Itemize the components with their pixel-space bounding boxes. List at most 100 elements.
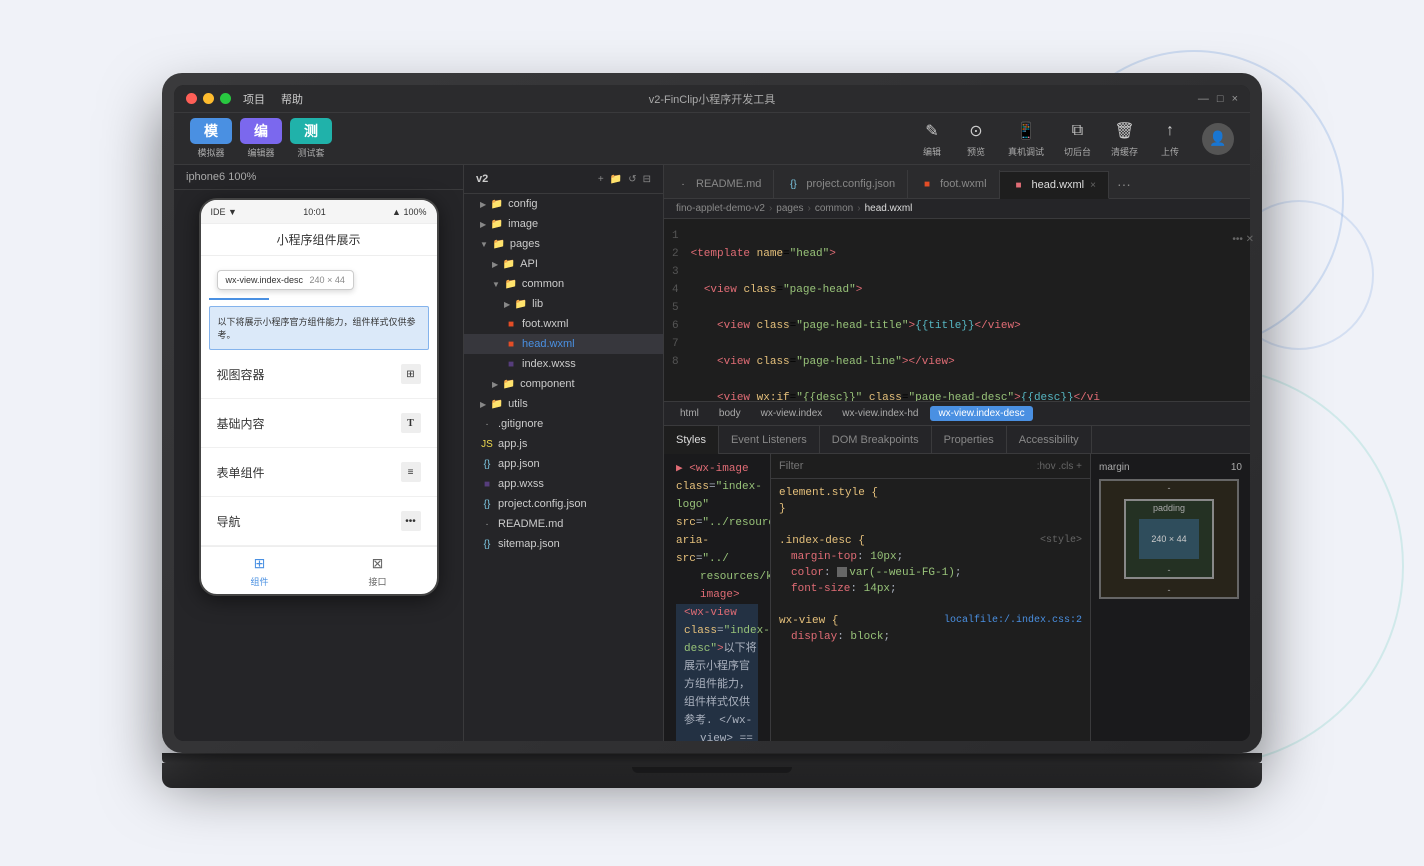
file-item-index-wxss[interactable]: ■ index.wxss: [464, 354, 663, 374]
file-item-app-json[interactable]: {} app.json: [464, 454, 663, 474]
file-item-config[interactable]: ▶ 📁 config: [464, 194, 663, 214]
file-item-utils[interactable]: ▶ 📁 utils: [464, 394, 663, 414]
file-name: component: [520, 378, 574, 390]
file-item-common[interactable]: ▼ 📁 common: [464, 274, 663, 294]
test-button[interactable]: 测 测试套: [290, 118, 332, 159]
phone-nav-components[interactable]: ⊞ 组件: [201, 547, 319, 594]
file-item-sitemap[interactable]: {} sitemap.json: [464, 534, 663, 554]
style-rule-index-desc: .index-desc { <style> margin-top: 10px; …: [779, 533, 1082, 613]
tab-head-wxml-close[interactable]: ×: [1090, 180, 1096, 191]
chevron-icon: ▶: [492, 380, 498, 389]
tab-more-button[interactable]: ···: [1109, 170, 1139, 198]
toolbar-right: ✎ 编辑 ⊙ 预览 📱 真机调试 ⧉ 切后台: [920, 119, 1234, 158]
phone-menu-item-0[interactable]: 视图容器 ⊞: [201, 350, 437, 399]
phone-menu-item-2[interactable]: 表单组件 ≡: [201, 448, 437, 497]
new-folder-action[interactable]: 📁: [610, 174, 622, 185]
folder-icon: 📁: [490, 197, 504, 211]
new-file-action[interactable]: +: [598, 174, 604, 185]
restore-button[interactable]: □: [1217, 93, 1224, 105]
dev-tab-dom-breakpoints[interactable]: DOM Breakpoints: [820, 426, 932, 454]
phone-menu-item-1[interactable]: 基础内容 T: [201, 399, 437, 448]
simulator-icon: 模: [190, 118, 232, 144]
element-tab-wx-view-index-hd[interactable]: wx-view.index-hd: [834, 406, 926, 421]
collapse-action[interactable]: ⊟: [643, 174, 651, 185]
folder-icon: 📁: [502, 257, 516, 271]
dev-tab-styles[interactable]: Styles: [664, 426, 719, 454]
simulator-label: 模拟器: [197, 146, 224, 159]
minimize-dot[interactable]: [203, 93, 214, 104]
preview-action[interactable]: ⊙ 预览: [964, 119, 988, 158]
box-model-header: margin 10: [1099, 462, 1242, 473]
breadcrumb-pages: pages: [776, 203, 803, 214]
tab-readme[interactable]: · README.md: [664, 170, 774, 198]
minimize-button[interactable]: —: [1198, 93, 1209, 105]
file-name: utils: [508, 398, 528, 410]
file-item-lib[interactable]: ▶ 📁 lib: [464, 294, 663, 314]
file-name: head.wxml: [522, 338, 575, 350]
menu-project[interactable]: 项目: [243, 91, 265, 107]
phone-nav-api[interactable]: ⊠ 接口: [319, 547, 437, 594]
phone-menu-item-3[interactable]: 导航 •••: [201, 497, 437, 546]
background-icon: ⧉: [1065, 119, 1089, 143]
simulator-button[interactable]: 模 模拟器: [190, 118, 232, 159]
code-area[interactable]: 1 2 3 4 5 6 7 8 <template name="head"> <…: [664, 219, 1250, 401]
dev-tab-properties[interactable]: Properties: [932, 426, 1007, 454]
chevron-icon: ▶: [480, 200, 486, 209]
html-tree-line-selected[interactable]: <wx-view class="index-desc">以下将展示小程序官方组件…: [676, 604, 758, 730]
file-item-project-config[interactable]: {} project.config.json: [464, 494, 663, 514]
file-name: index.wxss: [522, 358, 576, 370]
file-item-image[interactable]: ▶ 📁 image: [464, 214, 663, 234]
tooltip-container: wx-view.index-desc 240 × 44: [201, 256, 437, 298]
box-padding-label: padding: [1153, 503, 1185, 513]
device-debug-icon: 📱: [1014, 119, 1038, 143]
file-item-readme[interactable]: · README.md: [464, 514, 663, 534]
file-item-api[interactable]: ▶ 📁 API: [464, 254, 663, 274]
element-tab-wx-view-index-desc[interactable]: wx-view.index-desc: [930, 406, 1032, 421]
refresh-action[interactable]: ↺: [628, 174, 636, 185]
tab-foot-wxml[interactable]: ■ foot.wxml: [908, 170, 999, 198]
maximize-dot[interactable]: [220, 93, 231, 104]
upload-icon: ↑: [1158, 119, 1182, 143]
dev-tools-tabs: Styles Event Listeners DOM Breakpoints P…: [664, 426, 1250, 454]
tab-project-config[interactable]: {} project.config.json: [774, 170, 908, 198]
dev-tab-accessibility[interactable]: Accessibility: [1007, 426, 1092, 454]
file-item-app-js[interactable]: JS app.js: [464, 434, 663, 454]
file-item-component[interactable]: ▶ 📁 component: [464, 374, 663, 394]
tab-project-config-label: project.config.json: [806, 178, 895, 190]
html-tree: ▶ <wx-image class="index-logo" src="../r…: [664, 454, 770, 741]
file-item-app-wxss[interactable]: ■ app.wxss: [464, 474, 663, 494]
file-name: lib: [532, 298, 543, 310]
editor-button[interactable]: 编 编辑器: [240, 118, 282, 159]
upload-action[interactable]: ↑ 上传: [1158, 119, 1182, 158]
status-time: 10:01: [303, 207, 326, 217]
element-tab-body[interactable]: body: [711, 406, 749, 421]
close-dot[interactable]: [186, 93, 197, 104]
menu-help[interactable]: 帮助: [281, 91, 303, 107]
phone-status-bar: IDE ▼ 10:01 ▲ 100%: [201, 200, 437, 224]
file-item-foot-wxml[interactable]: ■ foot.wxml: [464, 314, 663, 334]
menu-item-icon-2: ≡: [401, 462, 421, 482]
html-tree-line: ▶ <wx-image class="index-logo" src="../r…: [676, 460, 758, 568]
edit-action[interactable]: ✎ 编辑: [920, 119, 944, 158]
file-item-pages[interactable]: ▼ 📁 pages: [464, 234, 663, 254]
code-content[interactable]: <template name="head"> <view class="page…: [691, 219, 1250, 401]
background-action[interactable]: ⧉ 切后台: [1064, 119, 1091, 158]
close-button[interactable]: ×: [1232, 93, 1238, 105]
tab-project-config-icon: {}: [786, 177, 800, 191]
element-tab-html[interactable]: html: [672, 406, 707, 421]
laptop-base: [162, 763, 1262, 788]
dev-tab-event-listeners[interactable]: Event Listeners: [719, 426, 820, 454]
file-item-head-wxml[interactable]: ■ head.wxml: [464, 334, 663, 354]
tab-foot-wxml-icon: ■: [920, 177, 934, 191]
device-debug-action[interactable]: 📱 真机调试: [1008, 119, 1044, 158]
element-tab-wx-view-index[interactable]: wx-view.index: [753, 406, 831, 421]
menu-item-label-2: 表单组件: [217, 464, 265, 481]
styles-filter-input[interactable]: [779, 460, 1031, 472]
title-bar: 项目 帮助 v2-FinClip小程序开发工具 — □ ×: [174, 85, 1250, 113]
clear-cache-action[interactable]: 🗑 清缓存: [1111, 119, 1138, 158]
file-item-gitignore[interactable]: · .gitignore: [464, 414, 663, 434]
tab-head-wxml[interactable]: ■ head.wxml ×: [1000, 171, 1109, 199]
folder-icon: 📁: [492, 237, 506, 251]
html-tree-line: resources/kind/logo.png">_</wx-image>: [676, 568, 758, 604]
user-avatar[interactable]: 👤: [1202, 123, 1234, 155]
